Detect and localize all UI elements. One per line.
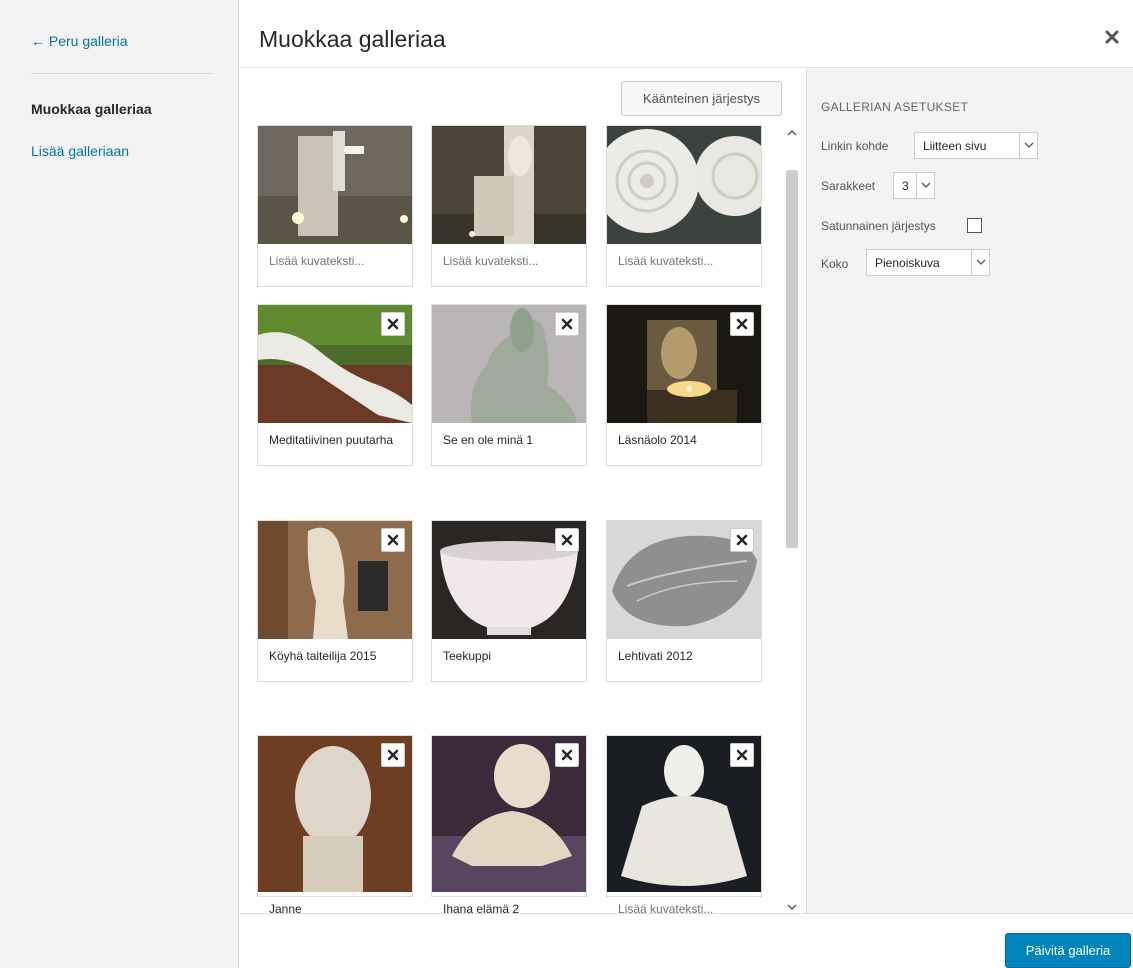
gallery-thumbnail (258, 736, 412, 892)
gallery-thumbnail (432, 305, 586, 423)
gallery-thumbnail (432, 126, 586, 244)
gallery-thumbnail (432, 521, 586, 639)
chevron-down-icon (971, 250, 989, 275)
remove-button[interactable] (730, 743, 754, 767)
scrollbar-thumb[interactable] (786, 170, 798, 548)
gallery-settings: GALLERIAN ASETUKSET Linkin kohde Liittee… (806, 69, 1133, 913)
cancel-gallery-link[interactable]: ← Peru galleria (31, 33, 128, 49)
gallery-scrollbar[interactable] (783, 125, 801, 913)
gallery-item[interactable]: Meditatiivinen puutarha (257, 304, 413, 466)
remove-button[interactable] (381, 743, 405, 767)
caption-field[interactable]: Janne (269, 902, 409, 913)
gallery-thumbnail (432, 736, 586, 892)
gallery-item[interactable]: Se en ole minä 1 (431, 304, 587, 466)
close-icon[interactable] (1103, 28, 1121, 46)
caption-field[interactable]: Ihana elämä 2 (443, 902, 583, 913)
gallery-item[interactable]: Köyhä taiteilija 2015 (257, 520, 413, 682)
separator (31, 73, 214, 74)
link-to-value: Liitteen sivu (923, 139, 987, 153)
remove-button[interactable] (730, 312, 754, 336)
columns-value: 3 (902, 179, 909, 193)
caption-field[interactable]: Meditatiivinen puutarha (269, 433, 409, 447)
caption-field[interactable]: Lisää kuvateksti... (618, 902, 758, 913)
gallery-thumbnail (607, 521, 761, 639)
columns-label: Sarakkeet (821, 179, 876, 193)
media-menu: ← Peru galleria Muokkaa galleriaa Lisää … (0, 0, 239, 968)
remove-button[interactable] (555, 743, 579, 767)
update-gallery-button[interactable]: Päivitä galleria (1005, 933, 1131, 968)
settings-heading: GALLERIAN ASETUKSET (821, 100, 969, 114)
link-to-select[interactable]: Liitteen sivu (914, 132, 1038, 159)
remove-button[interactable] (381, 528, 405, 552)
gallery-thumbnail (607, 305, 761, 423)
gallery-item[interactable]: Lisää kuvateksti... (606, 125, 762, 287)
gallery-thumbnail (258, 521, 412, 639)
link-to-label: Linkin kohde (821, 139, 889, 153)
page-title: Muokkaa galleriaa (259, 26, 446, 52)
size-value: Pienoiskuva (875, 256, 940, 270)
scroll-down-icon[interactable] (787, 903, 797, 913)
gallery-item[interactable]: Lehtivati 2012 (606, 520, 762, 682)
gallery-item[interactable]: Ihana elämä 2 (431, 735, 587, 913)
scroll-up-icon[interactable] (787, 129, 797, 139)
remove-button[interactable] (730, 528, 754, 552)
gallery-item[interactable]: Lisää kuvateksti... (431, 125, 587, 287)
size-label: Koko (821, 257, 849, 271)
gallery-item[interactable]: Lisää kuvateksti... (257, 125, 413, 287)
caption-field[interactable]: Lehtivati 2012 (618, 649, 758, 663)
modal-footer: Päivitä galleria (240, 913, 1133, 968)
reverse-order-button[interactable]: Käänteinen järjestys (621, 81, 782, 116)
caption-field[interactable]: Lisää kuvateksti... (443, 254, 583, 268)
remove-button[interactable] (555, 312, 579, 336)
gallery-content: Käänteinen järjestys Lisää kuvateksti... (240, 69, 805, 913)
gallery-item[interactable]: Janne (257, 735, 413, 913)
caption-field[interactable]: Köyhä taiteilija 2015 (269, 649, 409, 663)
menu-item-add-to-gallery[interactable]: Lisää galleriaan (31, 143, 129, 159)
gallery-item[interactable]: Teekuppi (431, 520, 587, 682)
gallery-thumbnail (258, 126, 412, 244)
random-order-label: Satunnainen järjestys (821, 219, 936, 233)
caption-field[interactable]: Lisää kuvateksti... (618, 254, 758, 268)
remove-button[interactable] (555, 528, 579, 552)
gallery-thumbnail (258, 305, 412, 423)
gallery-thumbnail (607, 126, 761, 244)
menu-item-edit-gallery[interactable]: Muokkaa galleriaa (31, 101, 152, 117)
gallery-item[interactable]: Läsnäolo 2014 (606, 304, 762, 466)
remove-button[interactable] (381, 312, 405, 336)
caption-field[interactable]: Läsnäolo 2014 (618, 433, 758, 447)
gallery-thumbnail (607, 736, 761, 892)
gallery-item[interactable]: Lisää kuvateksti... (606, 735, 762, 913)
columns-select[interactable]: 3 (893, 172, 935, 199)
chevron-down-icon (916, 173, 934, 198)
chevron-down-icon (1019, 133, 1037, 158)
caption-field[interactable]: Lisää kuvateksti... (269, 254, 409, 268)
caption-field[interactable]: Se en ole minä 1 (443, 433, 583, 447)
random-order-checkbox[interactable] (967, 218, 982, 233)
size-select[interactable]: Pienoiskuva (866, 249, 990, 276)
caption-field[interactable]: Teekuppi (443, 649, 583, 663)
modal-header: Muokkaa galleriaa (240, 0, 1133, 68)
